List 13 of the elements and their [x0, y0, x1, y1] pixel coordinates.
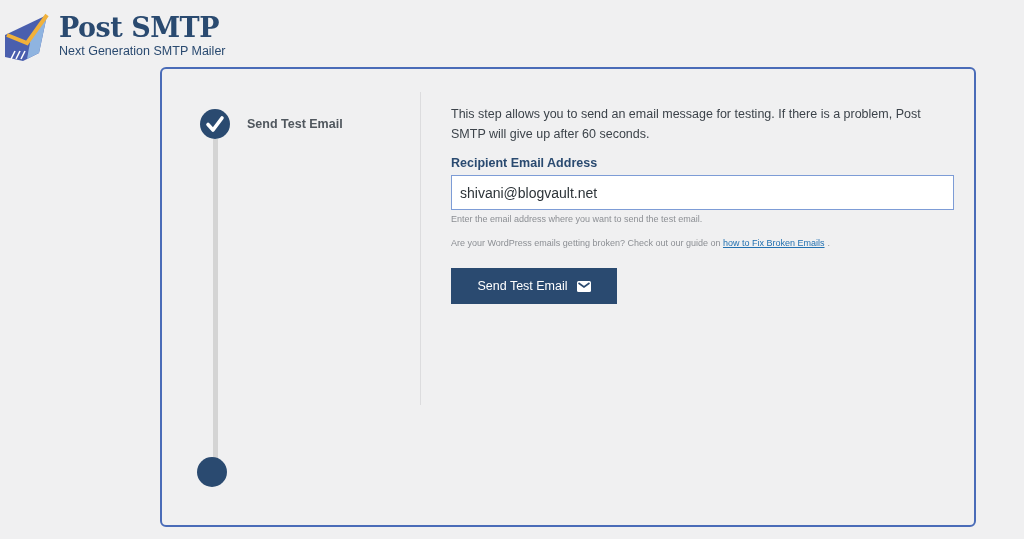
paper-plane-logo-icon — [3, 13, 51, 63]
guide-text: Are your WordPress emails getting broken? Check out our guide on how to Fix Broken Emails — [451, 238, 825, 248]
logo-tagline: Next Generation SMTP Mailer — [59, 44, 226, 58]
step-label: Send Test Email — [247, 117, 343, 131]
envelope-icon — [576, 280, 591, 292]
guide-link[interactable]: how to Fix Broken Emails — [723, 238, 825, 248]
field-label: Recipient Email Address — [451, 156, 599, 170]
help-text: Enter the email address where you want to send the test email. — [451, 214, 704, 224]
logo-title: Post SMTP — [59, 12, 220, 44]
intro-text: This step allows you to send an email message for testing. If there is a problem, Post SMTP will give up after 60 seconds. — [451, 106, 922, 143]
guide-end: . — [827, 238, 831, 248]
send-test-email-button[interactable]: Send Test Email — [451, 268, 617, 304]
email-input-field[interactable]: shivani@blogvault.net — [451, 175, 954, 210]
